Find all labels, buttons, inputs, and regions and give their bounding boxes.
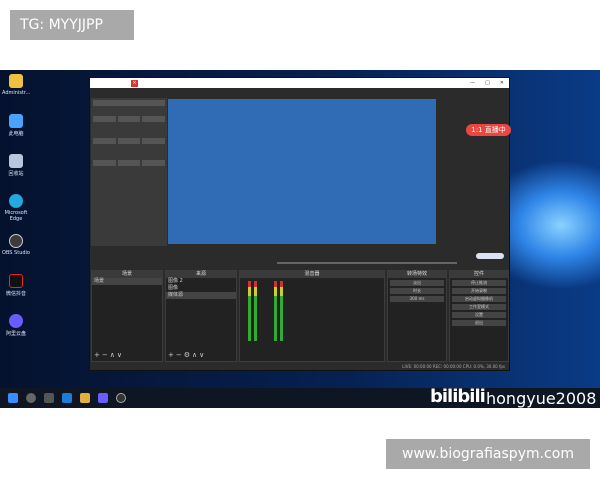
mixer-dock: 混音器 xyxy=(239,270,385,362)
studio-mode-button[interactable]: 工作室模式 xyxy=(452,304,506,310)
douyin-icon xyxy=(9,274,23,288)
exit-button[interactable]: 退出 xyxy=(452,320,506,326)
task-view-icon[interactable] xyxy=(44,393,54,403)
source-controls[interactable]: +−⚙∧∨ xyxy=(168,351,206,359)
controls-dock: 控件 停止推流 开始录制 启动虚拟摄像机 工作室模式 设置 退出 xyxy=(449,270,509,362)
recycle-bin-icon xyxy=(9,154,23,168)
desktop-icon-this-pc[interactable]: 此电脑 xyxy=(2,114,30,137)
window-titlebar: × — □ ✕ xyxy=(90,78,509,88)
desktop-icon-obs[interactable]: OBS Studio xyxy=(2,234,30,256)
search-icon[interactable] xyxy=(26,393,36,403)
transition-select[interactable]: 淡出 xyxy=(390,280,444,286)
volume-meter xyxy=(254,281,257,341)
maximize-icon[interactable]: □ xyxy=(485,80,490,86)
desktop-icon-aliyun[interactable]: 阿里云盘 xyxy=(2,314,30,337)
obs-icon[interactable] xyxy=(116,393,126,403)
live-badge: 1:1 直播中 xyxy=(466,124,511,136)
folder-icon xyxy=(9,74,23,88)
status-bar: LIVE: 00:00:00 REC: 00:00:00 CPU: 0.0%, … xyxy=(402,364,505,369)
seek-bar[interactable] xyxy=(277,262,457,264)
desktop-icon-admin[interactable]: Administr... xyxy=(2,74,30,96)
playback-bar[interactable] xyxy=(91,259,509,267)
panel-header xyxy=(93,100,165,106)
top-watermark: TG: MYYJJPP xyxy=(10,10,134,40)
uploader-name: hongyue2008 xyxy=(486,389,597,408)
transitions-dock: 转场特效 淡出 时长 300 ms xyxy=(387,270,447,362)
obs-icon xyxy=(9,234,23,248)
windows-logo-glow xyxy=(505,160,600,290)
scene-item[interactable]: 场景 xyxy=(92,278,162,285)
source-item[interactable]: 图像 xyxy=(166,285,236,292)
volume-meter xyxy=(274,281,277,341)
bottom-watermark: www.biografiaspym.com xyxy=(386,439,590,469)
edge-icon xyxy=(9,194,23,208)
volume-meter xyxy=(248,281,251,341)
sources-dock: 来源 图像 2 图像 媒体源 +−⚙∧∨ xyxy=(165,270,237,362)
settings-button[interactable]: 设置 xyxy=(452,312,506,318)
app-icon[interactable] xyxy=(98,393,108,403)
start-icon[interactable] xyxy=(8,393,18,403)
computer-icon xyxy=(9,114,23,128)
scenes-dock: 场景 场景 +−∧∨ xyxy=(91,270,163,362)
transition-duration-label: 时长 xyxy=(390,288,444,294)
desktop-icon-douyin[interactable]: 微信抖音 xyxy=(2,274,30,297)
bilibili-logo: bilibili xyxy=(430,386,486,407)
minimize-icon[interactable]: — xyxy=(470,80,475,86)
stop-stream-button[interactable]: 停止推流 xyxy=(452,280,506,286)
desktop-icon-edge[interactable]: Microsoft Edge xyxy=(2,194,30,222)
close-tab-icon[interactable]: × xyxy=(131,79,138,87)
aliyun-drive-icon xyxy=(9,314,23,328)
scene-controls[interactable]: +−∧∨ xyxy=(94,351,124,359)
volume-meter xyxy=(280,281,283,341)
edge-icon[interactable] xyxy=(62,393,72,403)
transition-duration[interactable]: 300 ms xyxy=(390,296,444,302)
source-item[interactable]: 媒体源 xyxy=(166,292,236,299)
explorer-icon[interactable] xyxy=(80,393,90,403)
stream-preview[interactable]: 1:1 直播中 xyxy=(168,99,511,259)
source-item[interactable]: 图像 2 xyxy=(166,278,236,285)
virtual-camera-button[interactable]: 启动虚拟摄像机 xyxy=(452,296,506,302)
desktop-icon-recycle-bin[interactable]: 回收站 xyxy=(2,154,30,177)
close-icon[interactable]: ✕ xyxy=(500,80,504,86)
start-recording-button[interactable]: 开始录制 xyxy=(452,288,506,294)
obs-window: × — □ ✕ 1:1 直播中 场景 场景 +−∧∨ 来源 图像 2 图像 媒体… xyxy=(89,77,511,371)
properties-panel xyxy=(91,98,167,246)
